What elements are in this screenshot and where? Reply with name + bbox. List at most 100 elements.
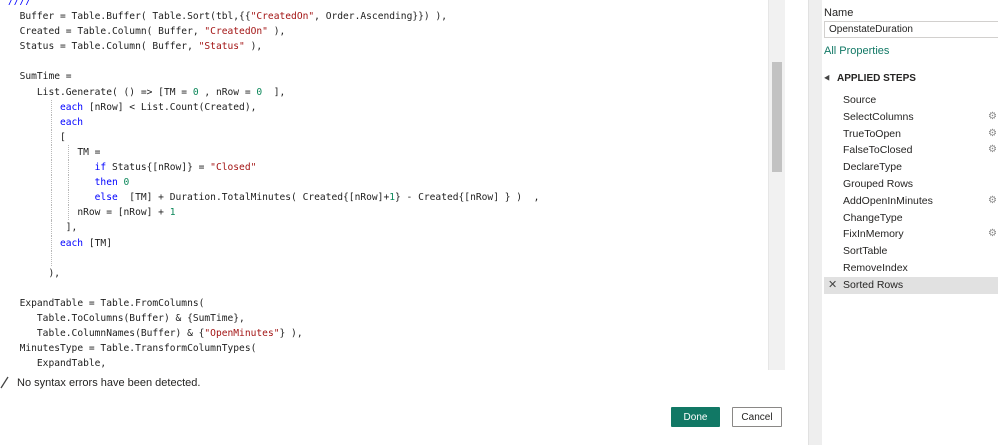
- indent-guide: [67, 205, 69, 221]
- code-token: , Order.Ascending}}) ),: [314, 11, 448, 23]
- applied-step[interactable]: SelectColumns ⚙: [824, 109, 998, 126]
- gear-icon[interactable]: ⚙: [988, 142, 997, 159]
- indent-guide: [50, 175, 52, 191]
- indent-guide: [67, 190, 69, 206]
- applied-steps-list: Source SelectColumns ⚙ TrueToOpen ⚙ FalseToCl…: [824, 92, 998, 294]
- code-line[interactable]: ),: [8, 266, 768, 281]
- code-lines[interactable]: //// Buffer = Table.Buffer( Table.Sort(t…: [8, 0, 768, 370]
- applied-step[interactable]: ✕ Sorted Rows: [824, 276, 998, 294]
- indent-guide: [67, 144, 69, 161]
- code-line[interactable]: [: [8, 129, 768, 145]
- code-line[interactable]: Table.ColumnNames(Buffer) & {"OpenMinute…: [8, 326, 768, 341]
- code-line[interactable]: each [TM]: [8, 235, 768, 251]
- advanced-editor-code-area[interactable]: //// Buffer = Table.Buffer( Table.Sort(t…: [0, 0, 785, 370]
- vertical-scrollbar[interactable]: [768, 0, 785, 370]
- code-line[interactable]: Status = Table.Column( Buffer, "Status" …: [8, 39, 768, 54]
- code-line[interactable]: Buffer = Table.Buffer( Table.Sort(tbl,{{…: [8, 9, 768, 24]
- close-icon[interactable]: ✕: [828, 277, 837, 294]
- indent-guide: [67, 160, 69, 176]
- code-token: , nRow =: [198, 86, 257, 98]
- applied-step[interactable]: AddOpenInMinutes ⚙: [824, 193, 998, 210]
- code-token: ExpandTable = Table.FromColumns(: [19, 297, 205, 309]
- chevron-down-icon[interactable]: [824, 74, 832, 83]
- pane-divider[interactable]: [808, 0, 823, 445]
- code-line[interactable]: ////: [8, 0, 768, 9]
- gear-icon[interactable]: ⚙: [988, 193, 997, 210]
- code-token: MinutesType = Table.TransformColumnTypes…: [19, 343, 257, 355]
- code-token: [TM]: [83, 237, 112, 249]
- applied-step-label: Source: [843, 94, 877, 106]
- code-line[interactable]: Table.ToColumns(Buffer) & {SumTime},: [8, 311, 768, 326]
- code-token: List.Generate( () => [TM =: [36, 86, 193, 98]
- code-line[interactable]: each [nRow] < List.Count(Created),: [8, 99, 768, 115]
- applied-step-label: TrueToOpen: [843, 127, 901, 140]
- applied-step[interactable]: FixInMemory ⚙: [824, 226, 998, 243]
- gear-icon[interactable]: ⚙: [988, 109, 997, 126]
- applied-step-label: ChangeType: [843, 211, 903, 224]
- gear-icon[interactable]: ⚙: [988, 126, 997, 143]
- indent-guide: [50, 160, 52, 176]
- applied-steps-header[interactable]: APPLIED STEPS: [822, 73, 916, 84]
- query-name-input[interactable]: [824, 21, 998, 38]
- done-button[interactable]: Done: [671, 407, 720, 427]
- all-properties-link[interactable]: All Properties: [824, 45, 889, 57]
- code-token: each: [59, 116, 84, 128]
- applied-step-label: Sorted Rows: [843, 278, 904, 291]
- code-line[interactable]: SumTime =: [8, 69, 768, 84]
- code-token: "OpenMinutes": [204, 328, 280, 340]
- code-line[interactable]: [8, 54, 768, 69]
- applied-step[interactable]: Source: [824, 92, 998, 109]
- indent-guide: [50, 235, 52, 251]
- applied-step[interactable]: ChangeType: [824, 210, 998, 227]
- code-token: [TM] + Duration.TotalMinutes( Created{[n…: [117, 192, 390, 204]
- indent-guide: [50, 129, 52, 145]
- code-line[interactable]: ExpandTable = Table.FromColumns(: [8, 296, 768, 311]
- code-token: Created = Table.Column( Buffer,: [19, 26, 205, 38]
- code-line[interactable]: else [TM] + Duration.TotalMinutes( Creat…: [8, 190, 768, 206]
- code-token: Table.ColumnNames(Buffer) & {: [36, 328, 205, 340]
- code-token: ],: [65, 222, 78, 234]
- applied-step[interactable]: SortTable: [824, 243, 998, 260]
- applied-step-label: RemoveIndex: [843, 261, 908, 274]
- applied-step-label: FalseToClosed: [843, 144, 913, 157]
- check-icon: [0, 376, 9, 389]
- applied-step[interactable]: TrueToOpen ⚙: [824, 126, 998, 143]
- syntax-status: No syntax errors have been detected.: [0, 376, 200, 389]
- scrollbar-thumb[interactable]: [772, 62, 782, 172]
- code-line[interactable]: [8, 281, 768, 296]
- applied-step[interactable]: FalseToClosed ⚙: [824, 142, 998, 159]
- applied-step-label: SortTable: [843, 245, 888, 258]
- code-token: TM =: [77, 146, 101, 158]
- code-token: } - Created{[nRow] } ) ,: [395, 192, 540, 204]
- code-token: "Closed": [210, 162, 257, 174]
- name-label: Name: [824, 7, 854, 19]
- gear-icon[interactable]: ⚙: [988, 226, 997, 243]
- code-line[interactable]: List.Generate( () => [TM = 0 , nRow = 0 …: [8, 85, 768, 100]
- code-line[interactable]: then 0: [8, 175, 768, 191]
- applied-step[interactable]: DeclareType: [824, 159, 998, 176]
- applied-step-label: Grouped Rows: [843, 177, 914, 190]
- code-line[interactable]: ExpandTable,: [8, 356, 768, 370]
- code-line[interactable]: MinutesType = Table.TransformColumnTypes…: [8, 341, 768, 356]
- code-line[interactable]: each: [8, 114, 768, 130]
- applied-step[interactable]: Grouped Rows: [824, 176, 998, 193]
- code-line[interactable]: [8, 250, 768, 266]
- code-line[interactable]: if Status{[nRow]} = "Closed": [8, 160, 768, 176]
- cancel-button[interactable]: Cancel: [732, 407, 782, 427]
- code-token: Buffer = Table.Buffer( Table.Sort(tbl,{{: [19, 11, 251, 23]
- code-token: nRow = [nRow] +: [77, 207, 170, 219]
- code-line[interactable]: Created = Table.Column( Buffer, "Created…: [8, 24, 768, 39]
- code-token: Table.ToColumns(Buffer) & {SumTime},: [36, 312, 245, 324]
- code-line[interactable]: ],: [8, 220, 768, 236]
- applied-step[interactable]: RemoveIndex: [824, 260, 998, 277]
- code-token: ////: [8, 0, 32, 7]
- code-token: ],: [262, 86, 286, 98]
- code-line[interactable]: nRow = [nRow] + 1: [8, 205, 768, 221]
- code-line[interactable]: TM =: [8, 144, 768, 161]
